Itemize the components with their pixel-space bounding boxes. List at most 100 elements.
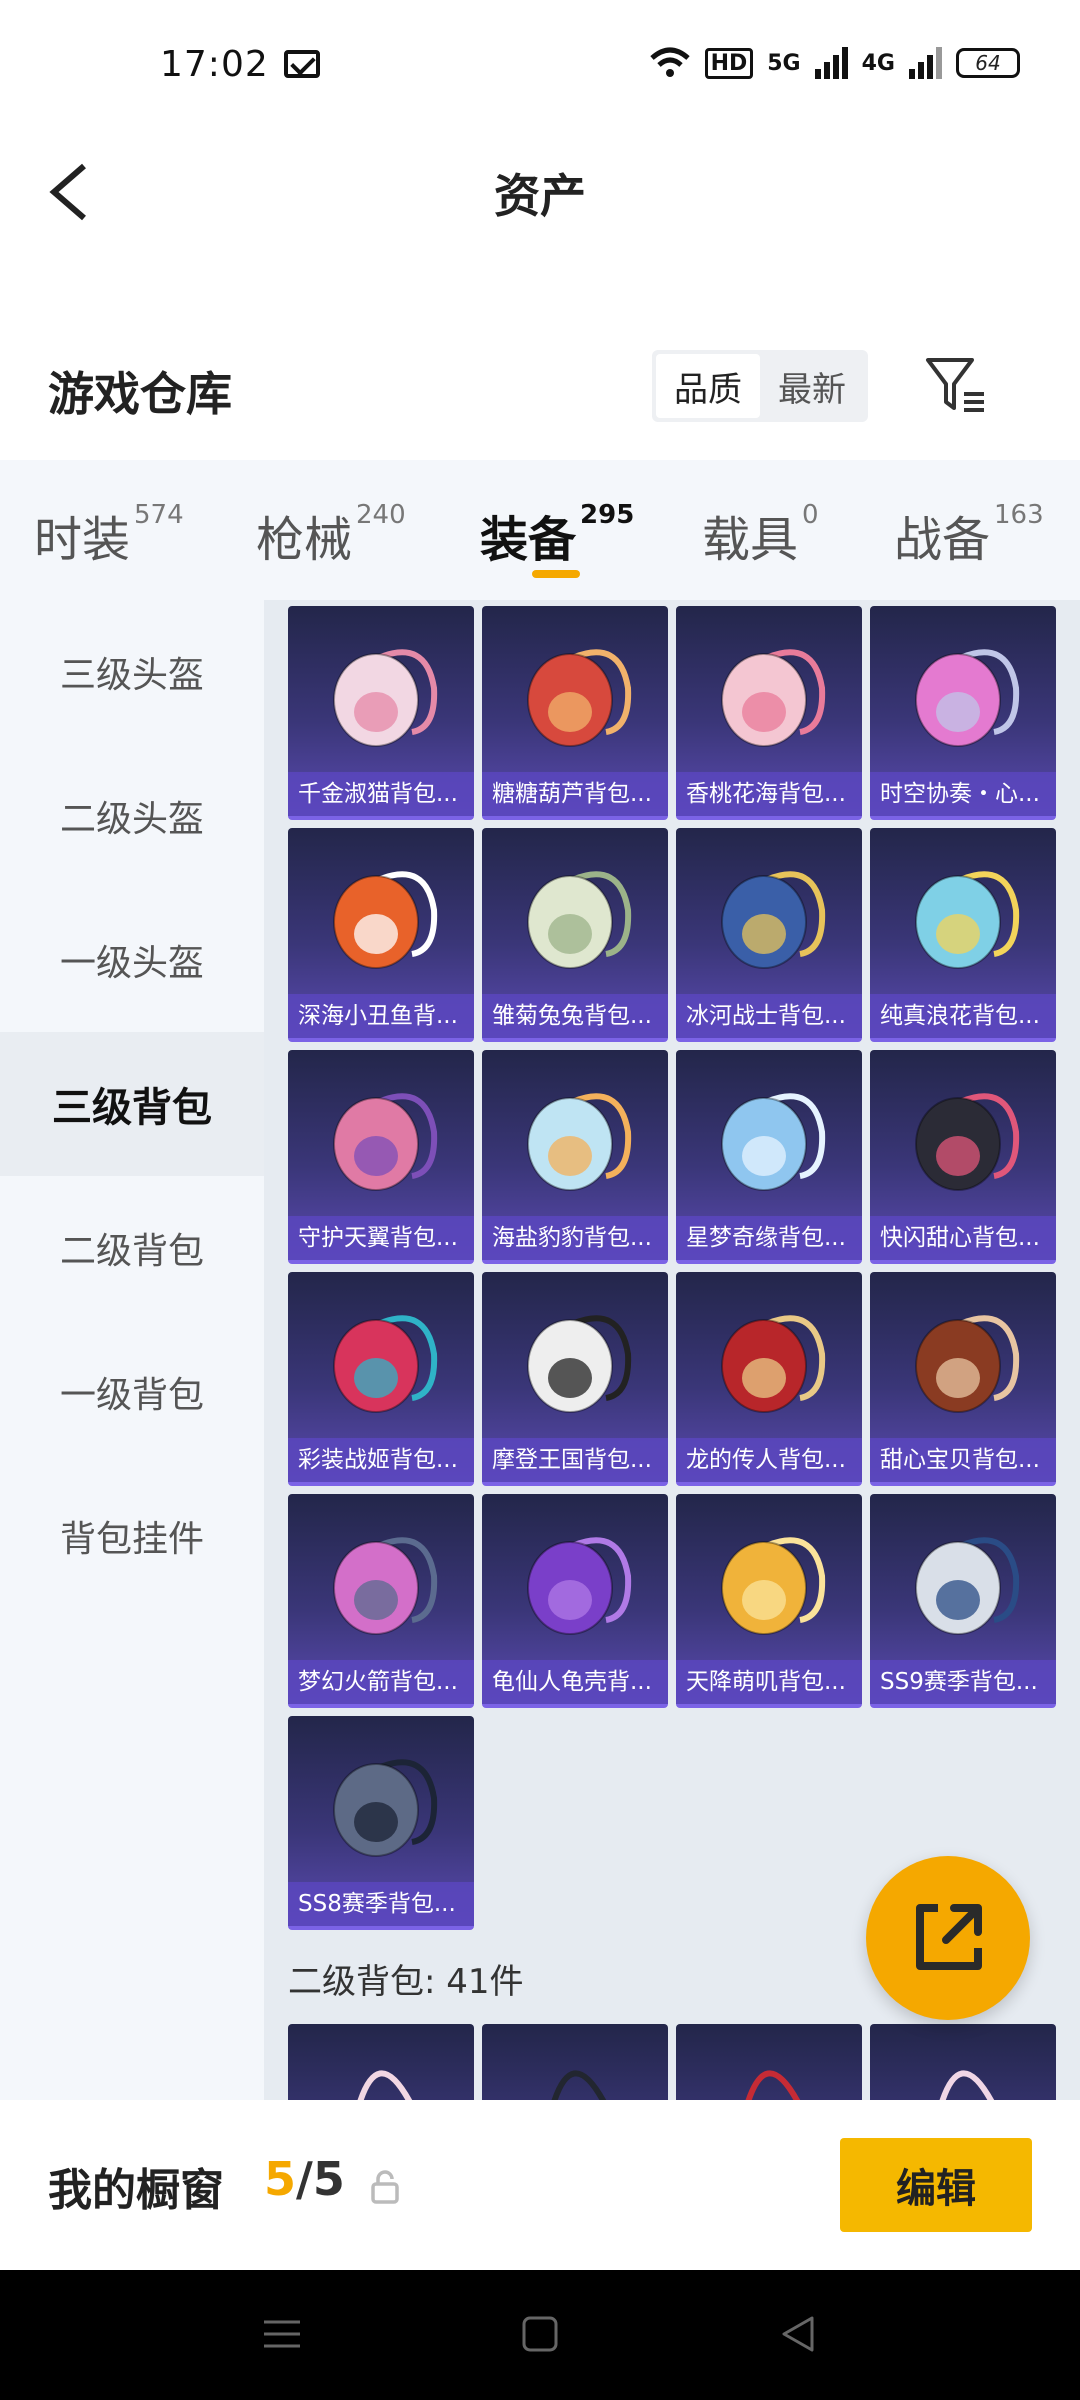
item-name: 龙的传人背包... — [676, 1438, 862, 1482]
signal-4g-icon — [909, 47, 942, 79]
item-name: 千金淑猫背包... — [288, 772, 474, 816]
backpack-item-card[interactable]: 深海小丑鱼背... — [288, 828, 474, 1042]
backpack-item-card[interactable]: 梦幻火箭背包... — [288, 1494, 474, 1708]
menu-icon[interactable] — [262, 2314, 302, 2354]
external-link-icon — [916, 1904, 982, 1970]
backpack-icon — [721, 1315, 826, 1413]
backpack-icon — [333, 1093, 438, 1191]
backpack-item-card[interactable]: SS9赛季背包... — [870, 1494, 1056, 1708]
backpack-item-card[interactable] — [482, 2024, 668, 2100]
backpack-icon — [939, 2070, 995, 2100]
backpack-item-card[interactable]: 时空协奏・心... — [870, 606, 1056, 820]
backpack-item-card[interactable]: 龟仙人龟壳背... — [482, 1494, 668, 1708]
backpack-item-card[interactable]: 甜心宝贝背包... — [870, 1272, 1056, 1486]
wifi-icon — [649, 47, 690, 77]
backpack-icon — [745, 2070, 801, 2100]
backpack-icon — [333, 871, 438, 969]
showcase-label: 我的橱窗 — [48, 2165, 224, 2216]
sidebar-item-level1-backpack[interactable]: 一级背包 — [0, 1320, 264, 1464]
sidebar-item-level3-helmet[interactable]: 三级头盔 — [0, 600, 264, 744]
backpack-icon — [915, 1093, 1020, 1191]
sidebar-item-level3-backpack[interactable]: 三级背包 — [0, 1032, 264, 1176]
backpack-icon — [333, 649, 438, 747]
system-navigation-bar — [0, 2270, 1080, 2400]
filter-icon[interactable] — [922, 352, 988, 418]
backpack-icon — [527, 1093, 632, 1191]
item-name: 雏菊兔兔背包... — [482, 994, 668, 1038]
sidebar-item-level1-helmet[interactable]: 一级头盔 — [0, 888, 264, 1032]
backpack-item-card[interactable]: 糖糖葫芦背包... — [482, 606, 668, 820]
backpack-icon — [527, 1537, 632, 1635]
sidebar-item-backpack-charm[interactable]: 背包挂件 — [0, 1464, 264, 1608]
top-header: 资产 — [0, 136, 1080, 246]
backpack-icon — [527, 649, 632, 747]
signal-5g-icon — [814, 47, 848, 79]
backpack-item-card[interactable]: 彩装战姬背包... — [288, 1272, 474, 1486]
backpack-item-card[interactable]: 快闪甜心背包... — [870, 1050, 1056, 1264]
item-name: 香桃花海背包... — [676, 772, 862, 816]
home-icon[interactable] — [520, 2314, 560, 2354]
item-name: 天降萌叽背包... — [676, 1660, 862, 1704]
battery-icon: 64 — [956, 48, 1020, 78]
tab-fashion[interactable]: 时装 574 — [34, 500, 184, 570]
item-name: 糖糖葫芦背包... — [482, 772, 668, 816]
item-name: 冰河战士背包... — [676, 994, 862, 1038]
backpack-item-card[interactable]: 香桃花海背包... — [676, 606, 862, 820]
backpack-item-card[interactable]: 守护天翼背包... — [288, 1050, 474, 1264]
warehouse-title: 游戏仓库 — [48, 367, 232, 421]
backpack-item-card[interactable] — [870, 2024, 1056, 2100]
item-name: SS8赛季背包... — [288, 1882, 474, 1926]
backpack-icon — [551, 2070, 607, 2100]
network-5g-label: 5G — [767, 50, 801, 76]
showcase-bar: 我的橱窗 5/5 编辑 — [0, 2100, 1080, 2270]
item-name: 快闪甜心背包... — [870, 1216, 1056, 1260]
backpack-icon — [915, 1537, 1020, 1635]
share-button[interactable] — [866, 1856, 1030, 2020]
item-name: 海盐豹豹背包... — [482, 1216, 668, 1260]
active-tab-indicator — [532, 570, 580, 578]
backpack-item-card[interactable]: 海盐豹豹背包... — [482, 1050, 668, 1264]
sort-by-quality-button[interactable]: 品质 — [656, 354, 760, 418]
item-name: 摩登王国背包... — [482, 1438, 668, 1482]
item-name: 龟仙人龟壳背... — [482, 1660, 668, 1704]
showcase-count: 5/5 — [264, 2152, 345, 2206]
backpack-item-card[interactable]: 星梦奇缘背包... — [676, 1050, 862, 1264]
backpack-item-card[interactable] — [676, 2024, 862, 2100]
tab-equipment[interactable]: 装备 295 — [480, 500, 634, 570]
item-name: 甜心宝贝背包... — [870, 1438, 1056, 1482]
item-name: 守护天翼背包... — [288, 1216, 474, 1260]
backpack-item-card[interactable]: 纯真浪花背包... — [870, 828, 1056, 1042]
backpack-item-card[interactable]: SS8赛季背包... — [288, 1716, 474, 1930]
item-name: 时空协奏・心... — [870, 772, 1056, 816]
sort-by-newest-button[interactable]: 最新 — [760, 354, 864, 418]
item-name: 彩装战姬背包... — [288, 1438, 474, 1482]
item-name: 星梦奇缘背包... — [676, 1216, 862, 1260]
backpack-icon — [357, 2070, 413, 2100]
status-time: 17:02 — [160, 44, 269, 85]
mail-notification-icon — [284, 50, 320, 78]
sort-toggle: 品质 最新 — [652, 350, 868, 422]
tab-supplies[interactable]: 战备 163 — [894, 500, 1044, 570]
backpack-item-card[interactable]: 天降萌叽背包... — [676, 1494, 862, 1708]
backpack-icon — [721, 871, 826, 969]
network-4g-label: 4G — [861, 50, 895, 76]
backpack-icon — [915, 871, 1020, 969]
sidebar-item-level2-backpack[interactable]: 二级背包 — [0, 1176, 264, 1320]
backpack-item-card[interactable]: 摩登王国背包... — [482, 1272, 668, 1486]
backpack-item-card[interactable]: 千金淑猫背包... — [288, 606, 474, 820]
backpack-icon — [915, 649, 1020, 747]
item-name: 梦幻火箭背包... — [288, 1660, 474, 1704]
status-icons: HD 5G 4G 64 — [649, 46, 1020, 80]
tab-vehicles[interactable]: 载具 0 — [702, 500, 819, 570]
backpack-icon — [527, 1315, 632, 1413]
backpack-item-card[interactable]: 雏菊兔兔背包... — [482, 828, 668, 1042]
sidebar-item-level2-helmet[interactable]: 二级头盔 — [0, 744, 264, 888]
lock-icon — [371, 2170, 399, 2204]
tab-weapons[interactable]: 枪械 240 — [256, 500, 406, 570]
edit-showcase-button[interactable]: 编辑 — [840, 2138, 1032, 2232]
back-triangle-icon[interactable] — [778, 2314, 818, 2354]
hd-indicator: HD — [704, 47, 754, 79]
backpack-item-card[interactable] — [288, 2024, 474, 2100]
backpack-item-card[interactable]: 龙的传人背包... — [676, 1272, 862, 1486]
backpack-item-card[interactable]: 冰河战士背包... — [676, 828, 862, 1042]
